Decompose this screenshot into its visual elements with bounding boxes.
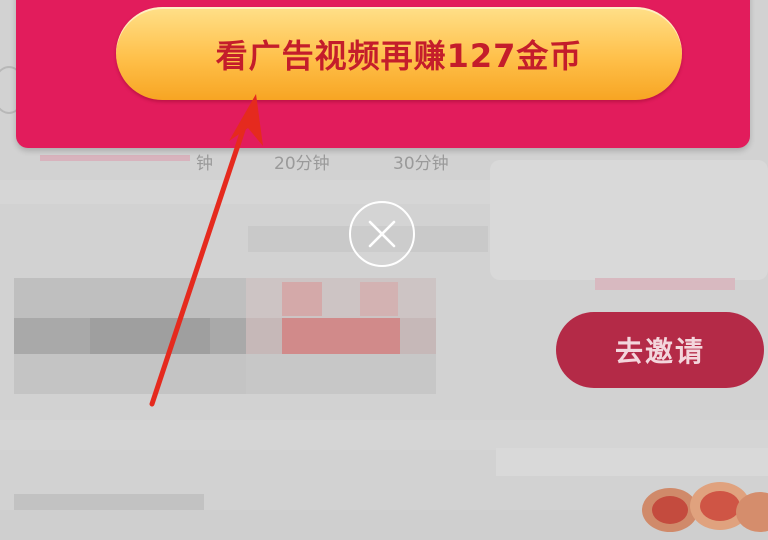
watch-ad-button[interactable]: 看广告视频再赚127金币 [116, 7, 682, 100]
close-icon [368, 220, 396, 248]
timeline-tick: 20分钟 [274, 154, 330, 174]
blurred-block [282, 282, 322, 316]
blurred-block [14, 278, 246, 318]
blurred-block [14, 494, 204, 510]
blurred-block [246, 354, 436, 394]
invite-button[interactable]: 去邀请 [556, 312, 764, 388]
coin-stack-icon [642, 482, 768, 532]
blurred-row [0, 420, 768, 450]
timeline-tick: 30分钟 [393, 154, 449, 174]
reward-popup: 看广告视频再赚127金币 [16, 0, 750, 148]
blurred-block [246, 278, 436, 318]
close-button[interactable] [349, 201, 415, 267]
blurred-block [490, 160, 768, 280]
blurred-block [14, 354, 246, 394]
blurred-block [90, 318, 210, 354]
blurred-block [360, 282, 398, 316]
blurred-block [595, 278, 735, 290]
blurred-block [282, 318, 400, 354]
timeline-tick: 钟 [196, 154, 213, 174]
